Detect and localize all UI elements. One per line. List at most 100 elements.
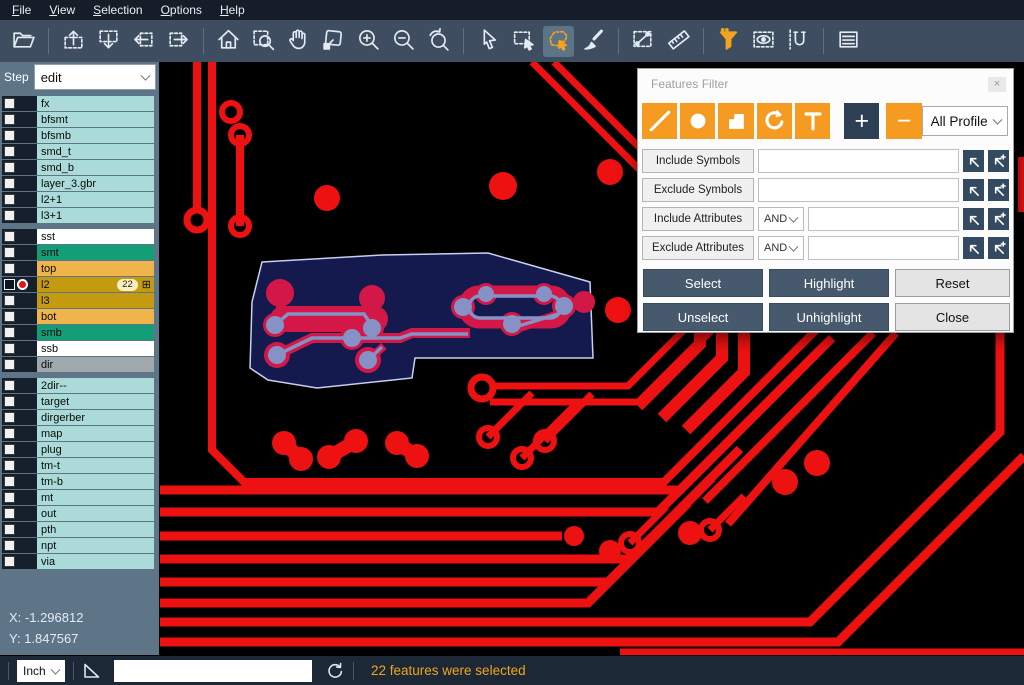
view-options-button[interactable]	[748, 26, 779, 57]
layer-name[interactable]: l222⊞	[37, 277, 154, 292]
layer-name[interactable]: smb	[37, 325, 154, 340]
set-square-icon[interactable]	[82, 661, 102, 681]
open-file-button[interactable]	[8, 26, 39, 57]
exclude-symbols-pick-button[interactable]	[963, 179, 984, 201]
layer-row-fx[interactable]: fx	[2, 96, 159, 111]
dialog-title-bar[interactable]: Features Filter ×	[638, 69, 1013, 97]
layer-name[interactable]: smt	[37, 245, 154, 260]
layers-panel-button[interactable]	[833, 26, 864, 57]
exclude-attributes-button[interactable]: Exclude Attributes	[642, 236, 754, 260]
line-feature-type-button[interactable]	[642, 103, 677, 139]
exclude-attributes-pick-add-button[interactable]	[988, 237, 1009, 259]
grid-icon[interactable]: ⊞	[142, 279, 151, 291]
layer-row-l2+1[interactable]: l2+1	[2, 192, 159, 207]
layer-name[interactable]: ssb	[37, 341, 154, 356]
menu-item-help[interactable]: Help	[212, 1, 255, 20]
unselect-button[interactable]: Unselect	[643, 303, 763, 331]
layer-visibility-checkbox[interactable]	[4, 508, 15, 519]
layer-name[interactable]: target	[37, 394, 154, 409]
pan-right-button[interactable]	[163, 26, 194, 57]
layer-visibility-checkbox[interactable]	[4, 194, 15, 205]
layer-name[interactable]: via	[37, 554, 154, 569]
exclude-symbols-input[interactable]	[758, 178, 959, 202]
exclude-attributes-input[interactable]	[808, 236, 959, 260]
layer-row-bfsmb[interactable]: bfsmb	[2, 128, 159, 143]
layer-name[interactable]: bfsmt	[37, 112, 154, 127]
layer-visibility-checkbox[interactable]	[4, 327, 15, 338]
layer-name[interactable]: sst	[37, 229, 154, 244]
layer-name[interactable]: smd_t	[37, 144, 154, 159]
layer-row-smd_b[interactable]: smd_b	[2, 160, 159, 175]
layer-visibility-checkbox[interactable]	[4, 295, 15, 306]
units-select[interactable]: Inch	[17, 660, 65, 682]
layer-visibility-checkbox[interactable]	[4, 162, 15, 173]
pad-feature-type-button[interactable]	[680, 103, 715, 139]
remove-filter-button[interactable]: −	[886, 103, 921, 139]
surface-feature-type-button[interactable]	[718, 103, 753, 139]
layer-visibility-checkbox[interactable]	[4, 231, 15, 242]
layer-row-smd_t[interactable]: smd_t	[2, 144, 159, 159]
clear-selection-button[interactable]	[578, 26, 609, 57]
layer-visibility-checkbox[interactable]	[4, 146, 15, 157]
home-view-button[interactable]	[213, 26, 244, 57]
layer-visibility-checkbox[interactable]	[4, 114, 15, 125]
layer-row-map[interactable]: map	[2, 426, 159, 441]
layer-row-bfsmt[interactable]: bfsmt	[2, 112, 159, 127]
layer-visibility-checkbox[interactable]	[4, 359, 15, 370]
layer-visibility-checkbox[interactable]	[4, 428, 15, 439]
layer-name[interactable]: dirgerber	[37, 410, 154, 425]
add-filter-button[interactable]: +	[844, 103, 879, 139]
layer-row-sst[interactable]: sst	[2, 229, 159, 244]
layer-name[interactable]: out	[37, 506, 154, 521]
layer-visibility-checkbox[interactable]	[4, 524, 15, 535]
step-select[interactable]: edit	[34, 64, 156, 90]
snap-mode-button[interactable]	[783, 26, 814, 57]
layer-name[interactable]: fx	[37, 96, 154, 111]
select-cursor-button[interactable]	[473, 26, 504, 57]
layer-name[interactable]: smd_b	[37, 160, 154, 175]
layer-row-2dir--[interactable]: 2dir--	[2, 378, 159, 393]
reset-button[interactable]: Reset	[895, 269, 1010, 297]
layer-row-l2[interactable]: l222⊞	[2, 277, 159, 292]
menu-item-selection[interactable]: Selection	[85, 1, 152, 20]
zoom-out-button[interactable]	[388, 26, 419, 57]
layer-name[interactable]: map	[37, 426, 154, 441]
layer-name[interactable]: bfsmb	[37, 128, 154, 143]
layer-visibility-checkbox[interactable]	[4, 380, 15, 391]
zoom-in-button[interactable]	[353, 26, 384, 57]
layer-name[interactable]: mt	[37, 490, 154, 505]
layer-visibility-checkbox[interactable]	[4, 476, 15, 487]
include-symbols-pick-add-button[interactable]	[988, 150, 1009, 172]
select-polygon-button[interactable]	[543, 26, 574, 57]
pan-down-button[interactable]	[93, 26, 124, 57]
dialog-close-button[interactable]: ×	[988, 77, 1006, 92]
layer-name[interactable]: layer_3.gbr	[37, 176, 154, 191]
zoom-object-button[interactable]	[318, 26, 349, 57]
layer-visibility-checkbox[interactable]	[4, 263, 15, 274]
layer-row-l3+1[interactable]: l3+1	[2, 208, 159, 223]
layer-visibility-checkbox[interactable]	[4, 178, 15, 189]
unhighlight-button[interactable]: Unhighlight	[769, 303, 889, 331]
zoom-previous-button[interactable]	[423, 26, 454, 57]
menu-item-file[interactable]: File	[4, 1, 41, 20]
include-attributes-pick-button[interactable]	[963, 208, 984, 230]
include-symbols-input[interactable]	[758, 149, 959, 173]
layer-visibility-checkbox[interactable]	[4, 556, 15, 567]
layer-name[interactable]: npt	[37, 538, 154, 553]
layer-visibility-checkbox[interactable]	[4, 460, 15, 471]
menu-item-view[interactable]: View	[41, 1, 85, 20]
pan-left-button[interactable]	[128, 26, 159, 57]
layer-visibility-checkbox[interactable]	[4, 412, 15, 423]
layer-row-plug[interactable]: plug	[2, 442, 159, 457]
layer-row-npt[interactable]: npt	[2, 538, 159, 553]
layer-row-dirgerber[interactable]: dirgerber	[2, 410, 159, 425]
layer-name[interactable]: pth	[37, 522, 154, 537]
layer-visibility-checkbox[interactable]	[4, 247, 15, 258]
layer-name[interactable]: bot	[37, 309, 154, 324]
layer-row-l3[interactable]: l3	[2, 293, 159, 308]
layer-name[interactable]: plug	[37, 442, 154, 457]
exclude-symbols-pick-add-button[interactable]	[988, 179, 1009, 201]
layer-name[interactable]: tm-b	[37, 474, 154, 489]
command-input[interactable]	[114, 660, 312, 682]
close-button[interactable]: Close	[895, 303, 1010, 331]
